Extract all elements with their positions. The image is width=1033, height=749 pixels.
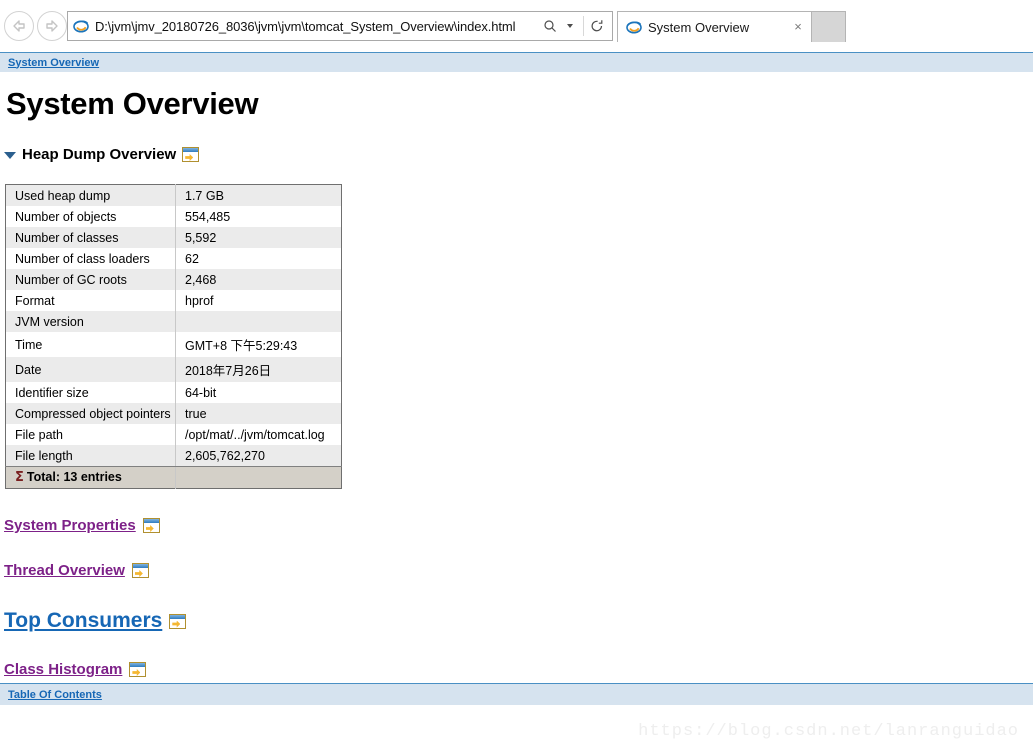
table-cell-key: Compressed object pointers bbox=[5, 403, 176, 424]
breadcrumb: System Overview bbox=[0, 52, 1033, 72]
table-row[interactable]: File length 2,605,762,270 bbox=[5, 445, 342, 467]
open-in-window-icon[interactable] bbox=[169, 613, 187, 629]
table-cell-value: 1.7 GB bbox=[175, 184, 342, 206]
open-in-window-icon[interactable] bbox=[131, 563, 149, 578]
table-cell-value: 64-bit bbox=[175, 382, 342, 403]
table-cell-value: hprof bbox=[175, 290, 342, 311]
forward-arrow-icon bbox=[46, 20, 58, 32]
link-row-class-histogram: Class Histogram bbox=[4, 661, 1033, 678]
forward-button[interactable] bbox=[37, 11, 67, 41]
table-cell-key: File path bbox=[5, 424, 176, 445]
open-in-window-icon[interactable] bbox=[129, 662, 147, 677]
table-row[interactable]: Number of class loaders 62 bbox=[5, 248, 342, 269]
table-total-text: Total: 13 entries bbox=[26, 470, 122, 484]
back-arrow-icon bbox=[13, 20, 25, 32]
table-cell-key: Identifier size bbox=[5, 382, 176, 403]
table-cell-key: Date bbox=[5, 357, 176, 382]
table-cell-value bbox=[175, 311, 342, 332]
table-cell-key: Used heap dump bbox=[5, 184, 176, 206]
table-cell-key: Number of classes bbox=[5, 227, 176, 248]
open-in-window-icon[interactable] bbox=[182, 147, 200, 162]
chevron-down-icon[interactable] bbox=[561, 14, 579, 38]
table-total-row: Σ Total: 13 entries bbox=[5, 466, 342, 489]
table-cell-key: JVM version bbox=[5, 311, 176, 332]
table-cell-key: File length bbox=[5, 445, 176, 467]
table-row[interactable]: Time GMT+8 下午5:29:43 bbox=[5, 332, 342, 357]
address-bar-separator bbox=[583, 16, 584, 36]
open-in-window-icon[interactable] bbox=[142, 518, 160, 533]
footer-bar: Table Of Contents bbox=[0, 683, 1033, 705]
navigation-buttons bbox=[4, 11, 67, 41]
table-row[interactable]: Identifier size 64-bit bbox=[5, 382, 342, 403]
table-cell-value: 5,592 bbox=[175, 227, 342, 248]
table-row[interactable]: JVM version bbox=[5, 311, 342, 332]
close-icon[interactable]: × bbox=[791, 20, 805, 34]
sigma-icon: Σ bbox=[15, 470, 24, 485]
table-cell-value: 62 bbox=[175, 248, 342, 269]
table-row[interactable]: Used heap dump 1.7 GB bbox=[5, 184, 342, 206]
link-row-thread-overview: Thread Overview bbox=[4, 562, 1033, 579]
link-class-histogram[interactable]: Class Histogram bbox=[4, 661, 122, 678]
tab-title: System Overview bbox=[648, 19, 750, 35]
table-row[interactable]: Number of objects 554,485 bbox=[5, 206, 342, 227]
watermark: https://blog.csdn.net/lanranguidao bbox=[638, 722, 1019, 741]
table-cell-key: Number of objects bbox=[5, 206, 176, 227]
heap-dump-overview-table: Used heap dump 1.7 GB Number of objects … bbox=[5, 184, 342, 489]
table-cell-value: 2,468 bbox=[175, 269, 342, 290]
refresh-icon[interactable] bbox=[588, 14, 606, 38]
page-title: System Overview bbox=[6, 86, 259, 121]
table-cell-key: Format bbox=[5, 290, 176, 311]
url-text[interactable]: D:\jvm\jmv_20180726_8036\jvm\jvm\tomcat_… bbox=[95, 19, 541, 34]
table-row[interactable]: Number of GC roots 2,468 bbox=[5, 269, 342, 290]
table-cell-value: /opt/mat/../jvm/tomcat.log bbox=[175, 424, 342, 445]
link-table-of-contents[interactable]: Table Of Contents bbox=[8, 689, 102, 701]
link-top-consumers[interactable]: Top Consumers bbox=[4, 609, 162, 633]
new-tab-button[interactable] bbox=[812, 11, 846, 42]
table-row[interactable]: Format hprof bbox=[5, 290, 342, 311]
search-icon[interactable] bbox=[541, 14, 559, 38]
table-row[interactable]: Number of classes 5,592 bbox=[5, 227, 342, 248]
triangle-down-icon[interactable] bbox=[4, 152, 16, 159]
address-bar[interactable]: D:\jvm\jmv_20180726_8036\jvm\jvm\tomcat_… bbox=[67, 11, 613, 41]
table-total-value bbox=[175, 466, 342, 489]
table-total-label: Σ Total: 13 entries bbox=[5, 466, 176, 489]
section-heading-label: Heap Dump Overview bbox=[22, 146, 177, 163]
breadcrumb-link-system-overview[interactable]: System Overview bbox=[8, 57, 99, 69]
tab-strip: System Overview × bbox=[617, 11, 846, 42]
tab-system-overview[interactable]: System Overview × bbox=[617, 11, 812, 42]
table-row[interactable]: Compressed object pointers true bbox=[5, 403, 342, 424]
table-cell-value: 2018年7月26日 bbox=[175, 357, 342, 382]
table-row[interactable]: Date 2018年7月26日 bbox=[5, 357, 342, 382]
table-cell-key: Time bbox=[5, 332, 176, 357]
link-row-top-consumers: Top Consumers bbox=[4, 609, 1033, 633]
link-thread-overview[interactable]: Thread Overview bbox=[4, 562, 125, 579]
table-cell-value: GMT+8 下午5:29:43 bbox=[175, 332, 342, 357]
tab-favicon-internet-explorer-icon bbox=[626, 19, 642, 35]
table-cell-value: 554,485 bbox=[175, 206, 342, 227]
section-heading-heap-dump-overview: Heap Dump Overview bbox=[4, 146, 1033, 163]
browser-chrome: D:\jvm\jmv_20180726_8036\jvm\jvm\tomcat_… bbox=[0, 0, 1033, 52]
link-row-system-properties: System Properties bbox=[4, 517, 1033, 534]
table-cell-key: Number of GC roots bbox=[5, 269, 176, 290]
table-cell-value: 2,605,762,270 bbox=[175, 445, 342, 467]
back-button[interactable] bbox=[4, 11, 34, 41]
internet-explorer-icon bbox=[73, 18, 89, 34]
table-row[interactable]: File path /opt/mat/../jvm/tomcat.log bbox=[5, 424, 342, 445]
link-system-properties[interactable]: System Properties bbox=[4, 517, 136, 534]
address-bar-icons bbox=[541, 14, 606, 38]
table-cell-value: true bbox=[175, 403, 342, 424]
page-content: System Overview System Overview Heap Dum… bbox=[0, 52, 1033, 749]
table-cell-key: Number of class loaders bbox=[5, 248, 176, 269]
table-body: Used heap dump 1.7 GB Number of objects … bbox=[5, 184, 342, 489]
